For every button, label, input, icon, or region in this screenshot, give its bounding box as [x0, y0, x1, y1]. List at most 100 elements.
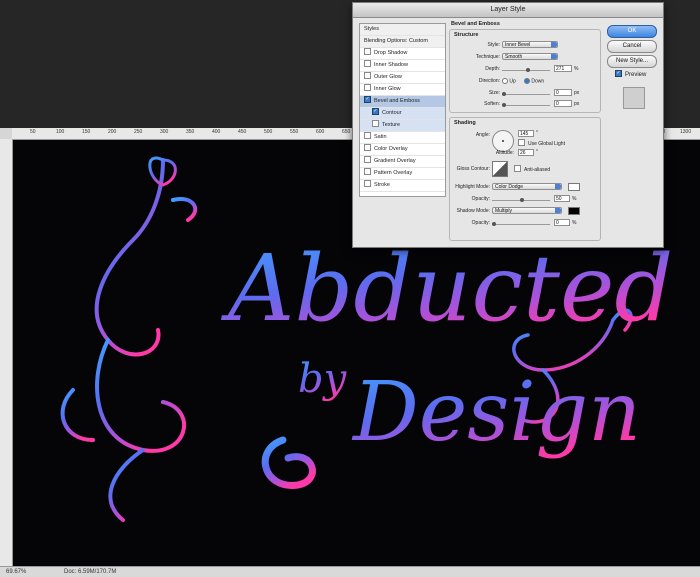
style-list-item[interactable]: Drop Shadow: [360, 48, 445, 60]
shadow-opacity-field[interactable]: 0: [554, 219, 570, 226]
shadow-opacity-slider[interactable]: [492, 222, 550, 226]
preview-label: Preview: [625, 72, 647, 79]
ruler-tick-label: 350: [186, 129, 195, 135]
technique-select[interactable]: Smooth: [502, 53, 558, 60]
ruler-tick-label: 100: [56, 129, 65, 135]
style-list-item[interactable]: Color Overlay: [360, 144, 445, 156]
highlight-opacity-slider[interactable]: [492, 198, 550, 202]
direction-down-label: Down: [531, 78, 545, 85]
style-list-item[interactable]: Styles: [360, 24, 445, 36]
style-list-item[interactable]: Inner Shadow: [360, 60, 445, 72]
radio-down[interactable]: [524, 78, 530, 84]
anti-aliased-option[interactable]: Anti-aliased: [514, 165, 550, 173]
angle-dial[interactable]: [492, 130, 514, 152]
vertical-ruler[interactable]: [0, 139, 13, 566]
preview-checkbox[interactable]: ✓: [615, 70, 622, 77]
angle-unit: °: [536, 130, 538, 136]
style-list-label: Drop Shadow: [374, 50, 408, 56]
soften-field[interactable]: 0: [554, 100, 572, 107]
style-checkbox[interactable]: [364, 156, 371, 164]
ruler-tick-label: 300: [160, 129, 169, 135]
style-list-item[interactable]: ✓ Bevel and Emboss: [360, 96, 445, 108]
style-checkbox[interactable]: [364, 180, 371, 188]
direction-up-option[interactable]: Up: [502, 78, 516, 84]
ruler-tick-label: 150: [82, 129, 91, 135]
dialog-title[interactable]: Layer Style: [353, 3, 663, 18]
angle-field[interactable]: 145: [518, 130, 534, 137]
global-light-option[interactable]: Use Global Light: [518, 139, 565, 147]
bevel-emboss-panel: Bevel and Emboss Structure Style: Inner …: [449, 21, 601, 241]
highlight-opacity-knob[interactable]: [520, 198, 524, 202]
anti-aliased-checkbox[interactable]: [514, 165, 521, 172]
style-checkbox[interactable]: [364, 60, 371, 68]
depth-field[interactable]: 271: [554, 65, 572, 72]
style-list-item[interactable]: Inner Glow: [360, 84, 445, 96]
highlight-mode-select[interactable]: Color Dodge: [492, 183, 562, 190]
ruler-tick-label: 500: [264, 129, 273, 135]
global-light-checkbox[interactable]: [518, 139, 525, 146]
shadow-opacity-knob[interactable]: [492, 222, 496, 226]
artwork-title-line3: Design: [351, 365, 641, 460]
style-list-label: Pattern Overlay: [374, 170, 413, 176]
highlight-opacity-unit: %: [572, 196, 577, 202]
style-list-item[interactable]: Pattern Overlay: [360, 168, 445, 180]
style-checkbox[interactable]: [364, 168, 371, 176]
altitude-field[interactable]: 26: [518, 149, 534, 156]
depth-label: Depth:: [485, 66, 500, 72]
shadow-color-swatch[interactable]: [568, 207, 580, 215]
size-field[interactable]: 0: [554, 89, 572, 96]
ruler-tick-label: 600: [316, 129, 325, 135]
styles-list: Styles Blending Options: Custom Drop Shado…: [359, 23, 446, 197]
style-list-item[interactable]: Stroke: [360, 180, 445, 192]
style-list-label: Stroke: [374, 182, 390, 188]
depth-slider[interactable]: [502, 68, 550, 72]
style-list-item[interactable]: ✓ Contour: [360, 108, 445, 120]
style-checkbox[interactable]: [364, 84, 371, 92]
structure-group: Structure Style: Inner Bevel Technique: …: [449, 29, 601, 113]
shadow-mode-label: Shadow Mode:: [456, 208, 490, 214]
size-slider[interactable]: [502, 92, 550, 96]
artwork-title-line1: Abducted: [220, 235, 673, 342]
highlight-color-swatch[interactable]: [568, 183, 580, 191]
style-list-item[interactable]: Satin: [360, 132, 445, 144]
ok-button[interactable]: OK: [607, 25, 657, 38]
style-checkbox[interactable]: ✓: [364, 96, 371, 104]
angle-label: Angle:: [475, 132, 490, 138]
style-checkbox[interactable]: [364, 72, 371, 80]
highlight-opacity-field[interactable]: 50: [554, 195, 570, 202]
radio-up[interactable]: [502, 78, 508, 84]
style-preview-thumbnail: [623, 87, 645, 109]
style-checkbox[interactable]: ✓: [372, 108, 379, 116]
style-list-item[interactable]: Texture: [360, 120, 445, 132]
soften-slider[interactable]: [502, 103, 550, 107]
new-style-button[interactable]: New Style...: [607, 55, 657, 68]
soften-unit: px: [574, 101, 580, 107]
gloss-contour-label: Gloss Contour:: [456, 166, 490, 172]
soften-slider-knob[interactable]: [502, 103, 506, 107]
style-checkbox[interactable]: [364, 132, 371, 140]
highlight-opacity-label: Opacity:: [471, 196, 490, 202]
gloss-contour-picker[interactable]: [492, 161, 508, 177]
shading-group: Shading Angle: 145 ° Use Global Light Al…: [449, 117, 601, 241]
ruler-tick-label: 250: [134, 129, 143, 135]
structure-title: Structure: [454, 32, 479, 38]
direction-down-option[interactable]: Down: [524, 78, 544, 84]
style-list-item[interactable]: Gradient Overlay: [360, 156, 445, 168]
depth-slider-knob[interactable]: [526, 68, 530, 72]
style-select[interactable]: Inner Bevel: [502, 41, 558, 48]
preview-option[interactable]: ✓ Preview: [615, 70, 647, 79]
style-list-label: Inner Glow: [374, 86, 401, 92]
highlight-mode-label: Highlight Mode:: [455, 184, 490, 190]
technique-label: Technique:: [475, 54, 500, 60]
style-list-item[interactable]: Blending Options: Custom: [360, 36, 445, 48]
cancel-button[interactable]: Cancel: [607, 40, 657, 53]
shadow-mode-select[interactable]: Multiply: [492, 207, 562, 214]
style-list-item[interactable]: Outer Glow: [360, 72, 445, 84]
depth-unit: %: [574, 66, 579, 72]
style-checkbox[interactable]: [364, 48, 371, 56]
ruler-tick-label: 1300: [680, 129, 692, 135]
angle-dial-center: [502, 140, 504, 142]
style-checkbox[interactable]: [364, 144, 371, 152]
style-checkbox[interactable]: [372, 120, 379, 128]
size-slider-knob[interactable]: [502, 92, 506, 96]
